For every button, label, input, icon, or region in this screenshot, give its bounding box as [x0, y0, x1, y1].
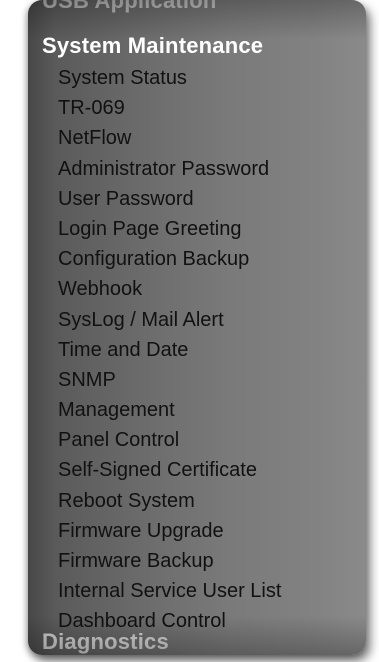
menu-item-snmp[interactable]: SNMP [58, 365, 281, 395]
menu-item-login-page-greeting[interactable]: Login Page Greeting [58, 214, 281, 244]
menu-section-usb-application[interactable]: USB Application [42, 0, 217, 14]
menu-item-firmware-backup[interactable]: Firmware Backup [58, 546, 281, 576]
menu-item-management[interactable]: Management [58, 395, 281, 425]
menu-item-netflow[interactable]: NetFlow [58, 123, 281, 153]
system-maintenance-submenu: System Status TR-069 NetFlow Administrat… [58, 63, 281, 637]
menu-item-panel-control[interactable]: Panel Control [58, 425, 281, 455]
menu-item-user-password[interactable]: User Password [58, 184, 281, 214]
menu-item-webhook[interactable]: Webhook [58, 274, 281, 304]
sidebar-menu: USB Application System Maintenance Syste… [28, 0, 366, 655]
menu-item-self-signed-certificate[interactable]: Self-Signed Certificate [58, 455, 281, 485]
menu-item-syslog-mail-alert[interactable]: SysLog / Mail Alert [58, 305, 281, 335]
menu-item-configuration-backup[interactable]: Configuration Backup [58, 244, 281, 274]
menu-item-administrator-password[interactable]: Administrator Password [58, 154, 281, 184]
menu-item-system-status[interactable]: System Status [58, 63, 281, 93]
menu-item-internal-service-user-list[interactable]: Internal Service User List [58, 576, 281, 606]
menu-item-firmware-upgrade[interactable]: Firmware Upgrade [58, 516, 281, 546]
menu-item-reboot-system[interactable]: Reboot System [58, 486, 281, 516]
menu-section-diagnostics[interactable]: Diagnostics [42, 629, 169, 655]
menu-section-system-maintenance[interactable]: System Maintenance [42, 33, 263, 59]
screenshot-frame: USB Application System Maintenance Syste… [0, 0, 379, 662]
menu-item-time-and-date[interactable]: Time and Date [58, 335, 281, 365]
menu-item-tr-069[interactable]: TR-069 [58, 93, 281, 123]
